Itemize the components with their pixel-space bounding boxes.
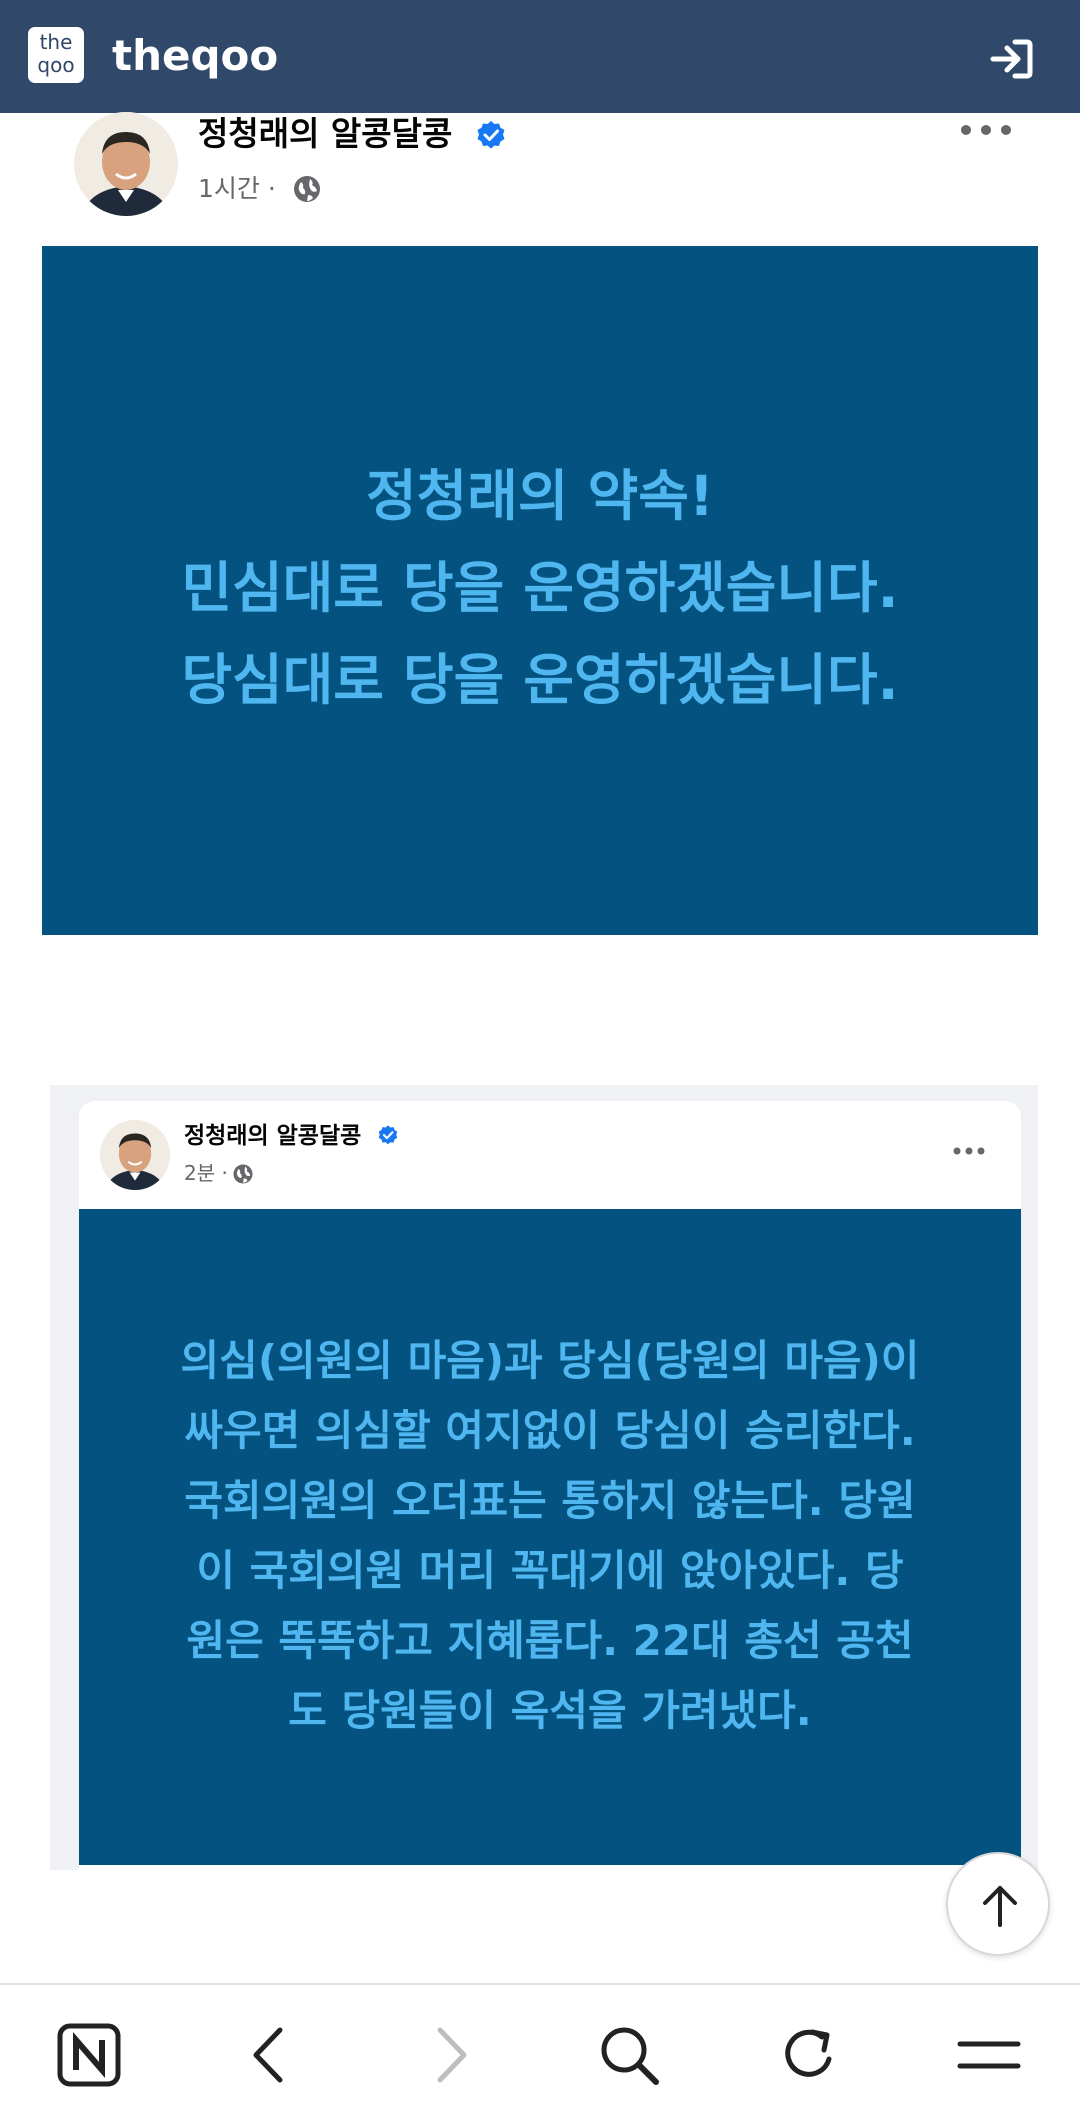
embedded-image-text-line: 이 국회의원 머리 꼭대기에 앉아있다. 당 <box>196 1546 904 1595</box>
scroll-to-top-button[interactable] <box>946 1852 1050 1956</box>
embedded-post-timestamp: 2분 · <box>184 1161 228 1185</box>
browser-bottom-bar <box>0 1983 1080 2121</box>
post-author-name[interactable]: 정청래의 알콩달콩 <box>198 112 452 156</box>
embedded-author-name: 정청래의 알콩달콩 <box>184 1123 362 1149</box>
avatar-portrait-icon <box>100 1120 170 1190</box>
logo-text-top: the <box>39 30 73 54</box>
menu-icon <box>957 2041 1021 2069</box>
embedded-author-avatar <box>100 1120 170 1190</box>
theqoo-logo[interactable]: the qoo <box>28 27 84 83</box>
login-icon[interactable] <box>987 34 1037 84</box>
globe-icon <box>294 176 320 202</box>
more-options-icon <box>953 1147 985 1155</box>
embedded-image-text-line: 국회의원의 오더표는 통하지 않는다. 당원 <box>184 1476 916 1525</box>
menu-button[interactable] <box>956 2022 1022 2088</box>
naver-n-icon <box>57 2023 121 2087</box>
verified-badge-icon <box>378 1125 398 1145</box>
post-timestamp: 1시간 · <box>198 174 276 203</box>
post-image-text-line: 당심대로 당을 운영하겠습니다. <box>181 648 899 712</box>
post-image-text-line: 정청래의 약속! <box>366 464 714 528</box>
avatar-portrait-icon <box>74 112 178 216</box>
forward-icon <box>437 2027 467 2083</box>
author-avatar[interactable] <box>74 112 178 216</box>
naver-home-button[interactable] <box>56 2022 122 2088</box>
refresh-icon <box>785 2029 832 2077</box>
more-options-icon[interactable] <box>958 112 1014 148</box>
logo-text-bottom: qoo <box>37 53 75 77</box>
embedded-post-image: 의심(의원의 마음)과 당심(당원의 마음)이 싸우면 의심할 여지없이 당심이… <box>79 1209 1021 1865</box>
back-icon <box>253 2027 283 2083</box>
forward-button[interactable] <box>418 2022 484 2088</box>
embedded-image-text-line: 도 당원들이 옥석을 가려냈다. <box>288 1686 812 1735</box>
brand-name[interactable]: theqoo <box>112 30 278 82</box>
embedded-image-text-line: 의심(의원의 마음)과 당심(당원의 마음)이 <box>180 1336 920 1385</box>
globe-icon <box>233 1164 253 1184</box>
refresh-button[interactable] <box>776 2022 842 2088</box>
arrow-up-icon <box>983 1886 1017 1927</box>
post-image-text-line: 민심대로 당을 운영하겠습니다. <box>181 556 899 620</box>
search-icon <box>601 2027 659 2085</box>
embedded-image-text-line: 싸우면 의심할 여지없이 당심이 승리한다. <box>184 1406 916 1455</box>
search-button[interactable] <box>596 2022 662 2088</box>
top-app-bar: the qoo theqoo <box>0 0 1080 113</box>
back-button[interactable] <box>236 2022 302 2088</box>
embedded-image-text-line: 원은 똑똑하고 지혜롭다. 22대 총선 공천 <box>186 1616 914 1665</box>
verified-badge-icon <box>477 121 505 149</box>
